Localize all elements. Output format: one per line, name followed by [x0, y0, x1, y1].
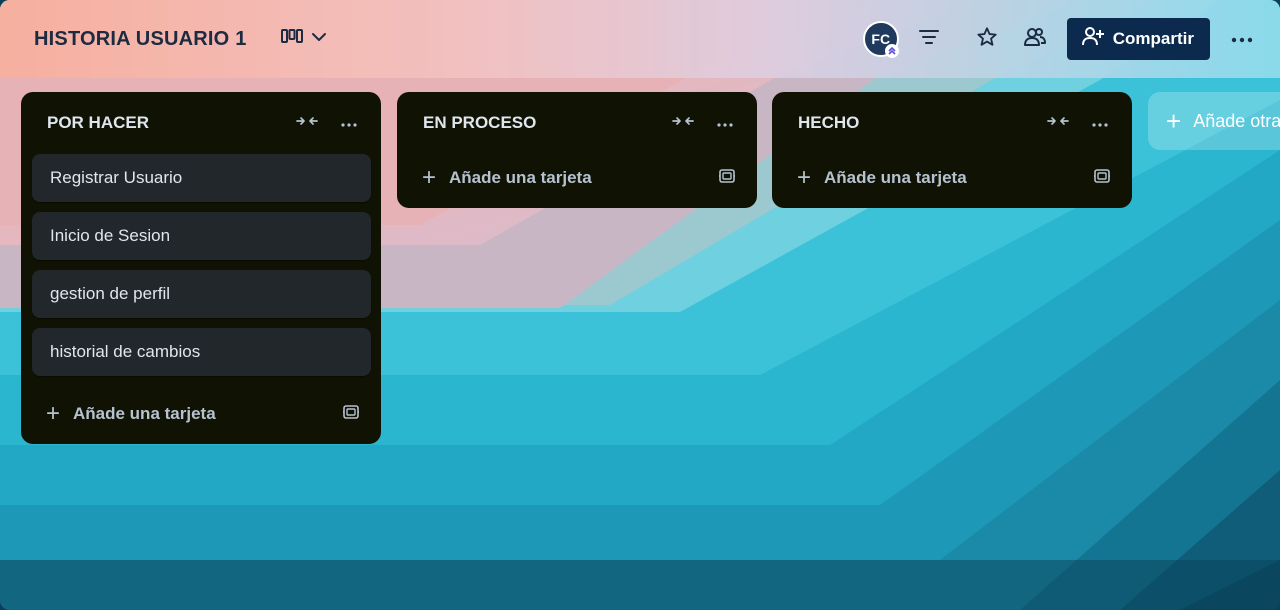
- board-menu-button[interactable]: [1224, 21, 1260, 57]
- add-card-label: Añade una tarjeta: [449, 168, 592, 187]
- more-horizontal-icon: [717, 114, 733, 132]
- plus-icon: +: [1166, 106, 1182, 136]
- template-icon: [718, 167, 736, 190]
- collapse-list-button[interactable]: [291, 107, 323, 139]
- add-card-button[interactable]: + Añade una tarjeta: [421, 160, 711, 196]
- add-card-row: + Añade una tarjeta: [407, 148, 747, 208]
- list-menu-button[interactable]: [333, 107, 365, 139]
- collapse-list-button[interactable]: [667, 107, 699, 139]
- card[interactable]: Inicio de Sesion: [32, 212, 371, 260]
- board-header: HISTORIA USUARIO 1 FC Compartir: [0, 0, 1280, 78]
- list-header: POR HACER: [31, 92, 371, 154]
- template-icon: [342, 403, 360, 426]
- collapse-icon: [296, 114, 318, 133]
- collapse-icon: [1047, 114, 1069, 133]
- add-card-button[interactable]: + Añade una tarjeta: [45, 396, 335, 432]
- card[interactable]: gestion de perfil: [32, 270, 371, 318]
- create-from-template-button[interactable]: [711, 162, 743, 194]
- more-horizontal-icon: [1092, 114, 1108, 132]
- list-en-proceso: EN PROCESO + Añade una tarjeta: [397, 92, 757, 208]
- star-icon: [976, 26, 998, 53]
- card[interactable]: historial de cambios: [32, 328, 371, 376]
- create-from-template-button[interactable]: [1086, 162, 1118, 194]
- board-columns-icon: [280, 28, 303, 50]
- add-person-icon: [1081, 26, 1105, 53]
- share-button[interactable]: Compartir: [1066, 18, 1210, 60]
- filter-button[interactable]: [911, 21, 947, 57]
- list-header: HECHO: [782, 92, 1122, 154]
- add-card-label: Añade una tarjeta: [824, 168, 967, 187]
- team-visibility-icon: [1023, 26, 1047, 53]
- list-title[interactable]: POR HACER: [47, 113, 281, 133]
- board-title[interactable]: HISTORIA USUARIO 1: [34, 28, 247, 51]
- admin-badge-icon: [884, 44, 899, 58]
- plus-icon: +: [45, 400, 60, 427]
- create-from-template-button[interactable]: [335, 398, 367, 430]
- collapse-icon: [672, 114, 694, 133]
- add-card-label: Añade una tarjeta: [73, 404, 216, 423]
- add-list-button[interactable]: + Añade otra lista: [1148, 92, 1280, 150]
- list-menu-button[interactable]: [1084, 107, 1116, 139]
- plus-icon: +: [421, 164, 436, 191]
- list-por-hacer: POR HACER Registrar Usuario Inicio de Se…: [21, 92, 381, 444]
- visibility-button[interactable]: [1017, 21, 1053, 57]
- share-label: Compartir: [1112, 29, 1194, 48]
- add-card-button[interactable]: + Añade una tarjeta: [796, 160, 1086, 196]
- list-title[interactable]: EN PROCESO: [423, 113, 657, 133]
- star-button[interactable]: [969, 21, 1005, 57]
- list-menu-button[interactable]: [709, 107, 741, 139]
- chevron-down-icon: [311, 29, 327, 50]
- more-horizontal-icon: [1231, 30, 1253, 48]
- add-card-row: + Añade una tarjeta: [782, 148, 1122, 208]
- card[interactable]: Registrar Usuario: [32, 154, 371, 202]
- collapse-list-button[interactable]: [1042, 107, 1074, 139]
- plus-icon: +: [796, 164, 811, 191]
- list-hecho: HECHO + Añade una tarjeta: [772, 92, 1132, 208]
- template-icon: [1093, 167, 1111, 190]
- header-actions: FC Compartir: [862, 18, 1260, 60]
- filter-icon: [918, 27, 940, 52]
- more-horizontal-icon: [341, 114, 357, 132]
- add-card-row: + Añade una tarjeta: [31, 384, 371, 444]
- list-title[interactable]: HECHO: [798, 113, 1032, 133]
- avatar[interactable]: FC: [862, 21, 899, 58]
- view-switcher[interactable]: [275, 23, 333, 55]
- list-header: EN PROCESO: [407, 92, 747, 154]
- add-list-label: Añade otra lista: [1193, 110, 1280, 131]
